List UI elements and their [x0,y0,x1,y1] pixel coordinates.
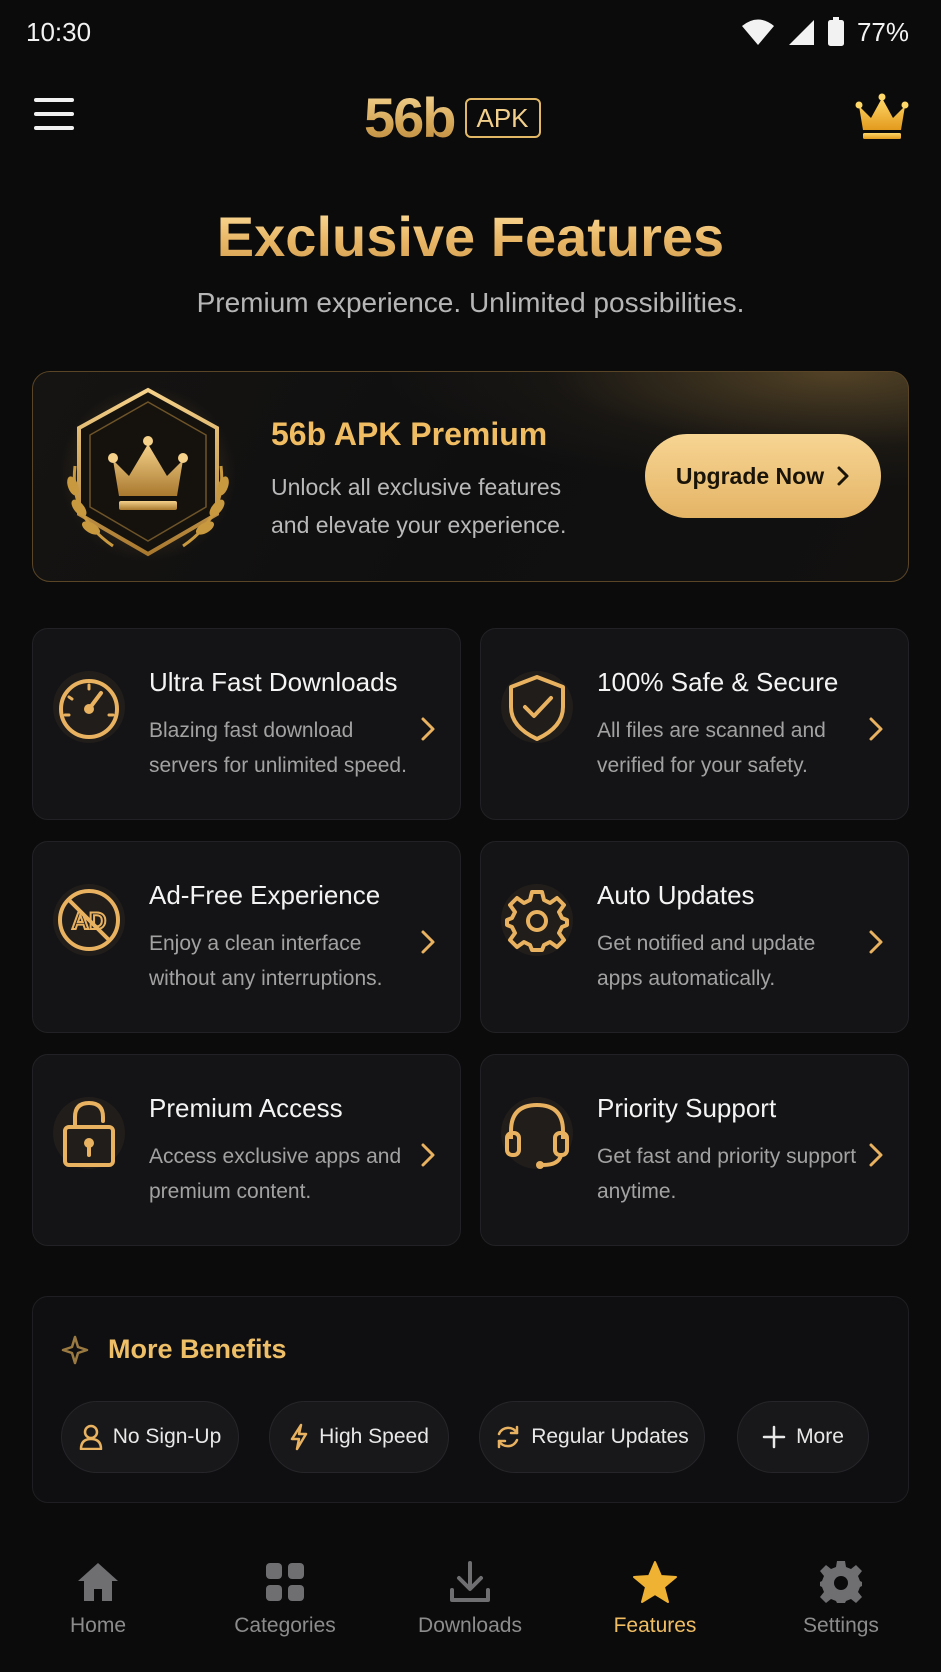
premium-banner: 56b APK Premium Unlock all exclusive fea… [32,371,909,582]
feature-card-auto-updates[interactable]: Auto Updates Get notified and update app… [480,841,909,1033]
crown-icon [855,93,909,139]
feature-card-fast-downloads[interactable]: Ultra Fast Downloads Blazing fast downlo… [32,628,461,820]
upgrade-button-label: Upgrade Now [675,462,825,489]
download-icon [450,1561,490,1602]
nav-settings[interactable]: Settings [761,1560,921,1660]
feature-title: Ultra Fast Downloads [149,667,398,697]
chevron-right-icon [869,930,883,954]
user-icon [79,1424,102,1450]
nav-label: Categories [234,1614,336,1637]
wifi-icon [741,19,774,45]
page-title: Exclusive Features [0,204,941,269]
menu-button[interactable] [34,98,76,138]
benefit-chip-more[interactable]: More [737,1401,869,1473]
feature-description: All files are scanned and verified for y… [597,719,826,777]
premium-title: 56b APK Premium [271,416,548,452]
svg-text:AD: AD [72,908,107,935]
battery-icon [827,17,844,46]
features-screen: 10:30 77% 56b APK Exclusive Features Pre… [0,0,941,1672]
benefit-chip-regular-updates[interactable]: Regular Updates [479,1401,705,1473]
feature-description: Get fast and priority support anytime. [597,1145,857,1203]
feature-card-priority-support[interactable]: Priority Support Get fast and priority s… [480,1054,909,1246]
bottom-navigation: Home Categories Downloads Features Setti… [0,1540,941,1672]
page-subtitle: Premium experience. Unlimited possibilit… [196,287,745,318]
feature-title: Ad-Free Experience [149,880,381,910]
nav-features[interactable]: Features [575,1560,735,1660]
chevron-right-icon [421,1143,435,1167]
nav-categories[interactable]: Categories [205,1560,365,1660]
gear-icon [501,884,573,956]
more-benefits-panel: More Benefits No Sign-Up High Speed Regu… [32,1296,909,1503]
nav-label: Home [69,1614,127,1637]
premium-crown-button[interactable] [855,92,909,142]
chip-label: High Speed [319,1425,429,1448]
speedometer-icon [53,671,125,743]
status-icons: 77% [741,14,909,50]
app-logo: 56b APK [364,86,541,149]
refresh-icon [497,1425,519,1449]
nav-label: Features [613,1614,697,1637]
chip-label: Regular Updates [531,1425,689,1448]
no-ads-icon: AD [53,884,125,956]
nav-home[interactable]: Home [18,1560,178,1660]
unlock-icon [53,1097,125,1169]
shield-check-icon [501,671,573,743]
benefit-chip-no-signup[interactable]: No Sign-Up [61,1401,239,1473]
nav-label: Settings [803,1614,879,1637]
feature-card-ad-free[interactable]: AD Ad-Free Experience Enjoy a clean inte… [32,841,461,1033]
sparkle-icon [61,1335,89,1365]
plus-icon [762,1425,786,1449]
feature-description: Blazing fast download servers for unlimi… [149,719,407,777]
cell-signal-icon [788,20,814,45]
home-icon [78,1563,118,1601]
nav-downloads[interactable]: Downloads [390,1560,550,1660]
chevron-right-icon [837,466,849,486]
headset-icon [501,1097,573,1169]
feature-description: Access exclusive apps and premium conten… [149,1145,402,1203]
battery-percentage: 77% [856,16,909,47]
lightning-icon [290,1423,308,1451]
benefit-chip-high-speed[interactable]: High Speed [269,1401,449,1473]
grid-icon [266,1563,304,1601]
star-icon [633,1561,677,1603]
status-bar: 10:30 77% [0,0,941,64]
chevron-right-icon [869,1143,883,1167]
chevron-right-icon [421,930,435,954]
more-benefits-title: More Benefits [108,1334,287,1364]
premium-emblem-icon [60,386,236,562]
feature-title: Premium Access [149,1093,343,1123]
nav-label: Downloads [418,1614,522,1637]
chip-label: No Sign-Up [112,1425,222,1448]
feature-description: Enjoy a clean interface without any inte… [149,932,383,990]
premium-description: Unlock all exclusive features and elevat… [271,474,567,538]
status-time: 10:30 [26,17,92,47]
feature-description: Get notified and update apps automatical… [597,932,816,990]
chevron-right-icon [421,717,435,741]
settings-icon [820,1561,862,1603]
chevron-right-icon [869,717,883,741]
logo-text: 56b [364,85,456,149]
upgrade-now-button[interactable]: Upgrade Now [645,434,881,518]
hamburger-icon [34,98,74,102]
feature-title: Priority Support [597,1093,777,1123]
feature-title: Auto Updates [597,880,755,910]
feature-card-premium-access[interactable]: Premium Access Access exclusive apps and… [32,1054,461,1246]
chip-label: More [796,1425,844,1448]
logo-badge: APK [464,98,541,138]
feature-title: 100% Safe & Secure [597,667,839,697]
feature-card-safe-secure[interactable]: 100% Safe & Secure All files are scanned… [480,628,909,820]
